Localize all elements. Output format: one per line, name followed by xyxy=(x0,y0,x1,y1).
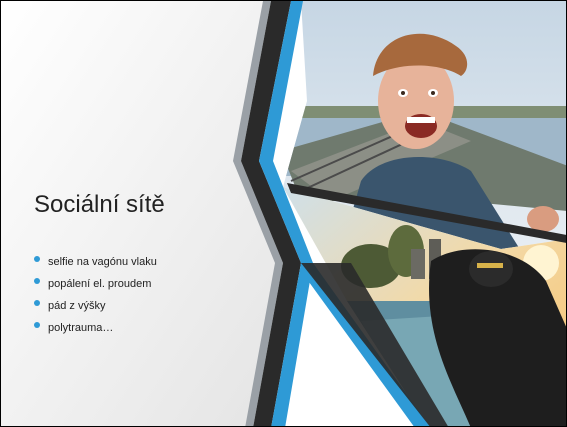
bullet-item: polytrauma… xyxy=(34,317,157,339)
bullet-item: popálení el. proudem xyxy=(34,273,157,295)
bullet-list: selfie na vagónu vlaku popálení el. prou… xyxy=(34,251,157,339)
bullet-text: selfie na vagónu vlaku xyxy=(48,256,157,268)
bullet-item: selfie na vagónu vlaku xyxy=(34,251,157,273)
slide-title: Sociální sítě xyxy=(34,191,165,218)
bullet-text: pád z výšky xyxy=(48,300,106,312)
bullet-dot-icon xyxy=(34,278,40,284)
bullet-dot-icon xyxy=(34,300,40,306)
slide: Sociální sítě selfie na vagónu vlaku pop… xyxy=(0,0,567,427)
bullet-text: polytrauma… xyxy=(48,322,114,334)
bullet-item: pád z výšky xyxy=(34,295,157,317)
bullet-text: popálení el. proudem xyxy=(48,278,152,290)
bullet-dot-icon xyxy=(34,256,40,262)
bullet-dot-icon xyxy=(34,322,40,328)
